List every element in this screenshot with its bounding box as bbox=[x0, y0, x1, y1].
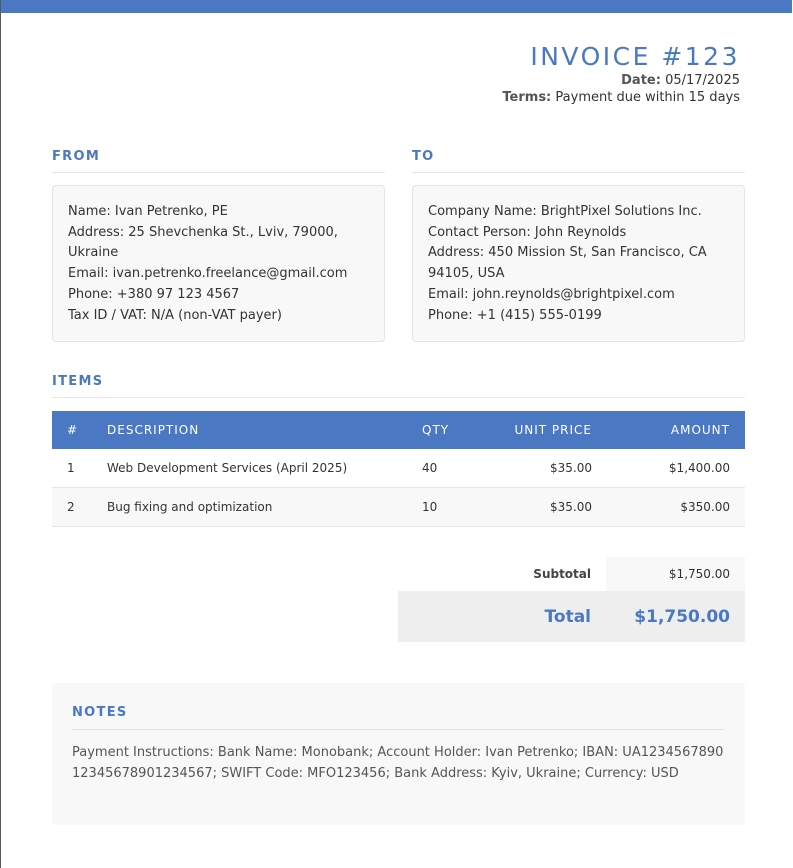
total-value: $1,750.00 bbox=[634, 606, 730, 627]
column-header-number: # bbox=[67, 423, 79, 437]
from-details-box: Name: Ivan Petrenko, PE Address: 25 Shev… bbox=[52, 185, 385, 342]
row-unit-price: $35.00 bbox=[550, 461, 592, 475]
row-qty: 10 bbox=[422, 500, 438, 514]
notes-body: Payment Instructions: Bank Name: Monoban… bbox=[72, 745, 724, 781]
notes-title: NOTES bbox=[72, 705, 725, 730]
total-row: Total $1,750.00 bbox=[398, 591, 745, 642]
column-header-description: DESCRIPTION bbox=[107, 423, 200, 437]
column-header-qty: QTY bbox=[422, 423, 450, 437]
terms-label: Terms: bbox=[502, 90, 552, 105]
subtotal-value: $1,750.00 bbox=[606, 557, 745, 591]
to-details-box: Company Name: BrightPixel Solutions Inc.… bbox=[412, 185, 745, 342]
row-amount: $350.00 bbox=[680, 500, 730, 514]
table-row: 2 Bug fixing and optimization 10 $35.00 … bbox=[52, 488, 745, 527]
invoice-title: INVOICE #123 bbox=[530, 42, 740, 71]
row-qty: 40 bbox=[422, 461, 438, 475]
from-section-title: FROM bbox=[52, 149, 385, 173]
date-label: Date: bbox=[621, 73, 661, 88]
to-address: Address: 450 Mission St, San Francisco, … bbox=[428, 245, 707, 282]
items-table-header: # DESCRIPTION QTY UNIT PRICE AMOUNT bbox=[52, 411, 745, 449]
to-company: Company Name: BrightPixel Solutions Inc. bbox=[428, 204, 702, 219]
to-contact: Contact Person: John Reynolds bbox=[428, 224, 627, 240]
row-unit-price: $35.00 bbox=[550, 500, 592, 514]
notes-box: NOTES Payment Instructions: Bank Name: M… bbox=[52, 683, 745, 825]
terms-value: Payment due within 15 days bbox=[555, 90, 740, 105]
row-description: Web Development Services (April 2025) bbox=[107, 461, 348, 475]
row-description: Bug fixing and optimization bbox=[107, 500, 273, 514]
subtotal-label: Subtotal bbox=[533, 567, 591, 581]
to-email: Email: john.reynolds@brightpixel.com bbox=[428, 286, 675, 302]
invoice-header: INVOICE #123 Date: 05/17/2025 Terms: Pay… bbox=[502, 42, 740, 106]
row-number: 2 bbox=[67, 500, 75, 514]
from-name: Name: Ivan Petrenko, PE bbox=[68, 204, 228, 219]
table-row: 1 Web Development Services (April 2025) … bbox=[52, 449, 745, 488]
invoice-terms: Terms: Payment due within 15 days bbox=[502, 89, 740, 106]
to-section-title: TO bbox=[412, 149, 745, 173]
total-label: Total bbox=[544, 606, 591, 627]
column-header-amount: AMOUNT bbox=[670, 423, 730, 437]
top-accent-bar bbox=[1, 0, 792, 13]
to-phone: Phone: +1 (415) 555-0199 bbox=[428, 307, 602, 323]
row-number: 1 bbox=[67, 461, 75, 475]
items-section-title: ITEMS bbox=[52, 374, 745, 398]
invoice-page: INVOICE #123 Date: 05/17/2025 Terms: Pay… bbox=[0, 0, 792, 868]
from-tax-id: Tax ID / VAT: N/A (non-VAT payer) bbox=[68, 307, 282, 323]
date-value: 05/17/2025 bbox=[665, 73, 740, 88]
row-amount: $1,400.00 bbox=[668, 461, 730, 475]
invoice-date: Date: 05/17/2025 bbox=[502, 72, 740, 89]
column-header-unit-price: UNIT PRICE bbox=[514, 423, 592, 437]
from-email: Email: ivan.petrenko.freelance@gmail.com bbox=[68, 266, 348, 282]
from-phone: Phone: +380 97 123 4567 bbox=[68, 286, 240, 302]
from-address: Address: 25 Shevchenka St., Lviv, 79000,… bbox=[68, 224, 338, 261]
